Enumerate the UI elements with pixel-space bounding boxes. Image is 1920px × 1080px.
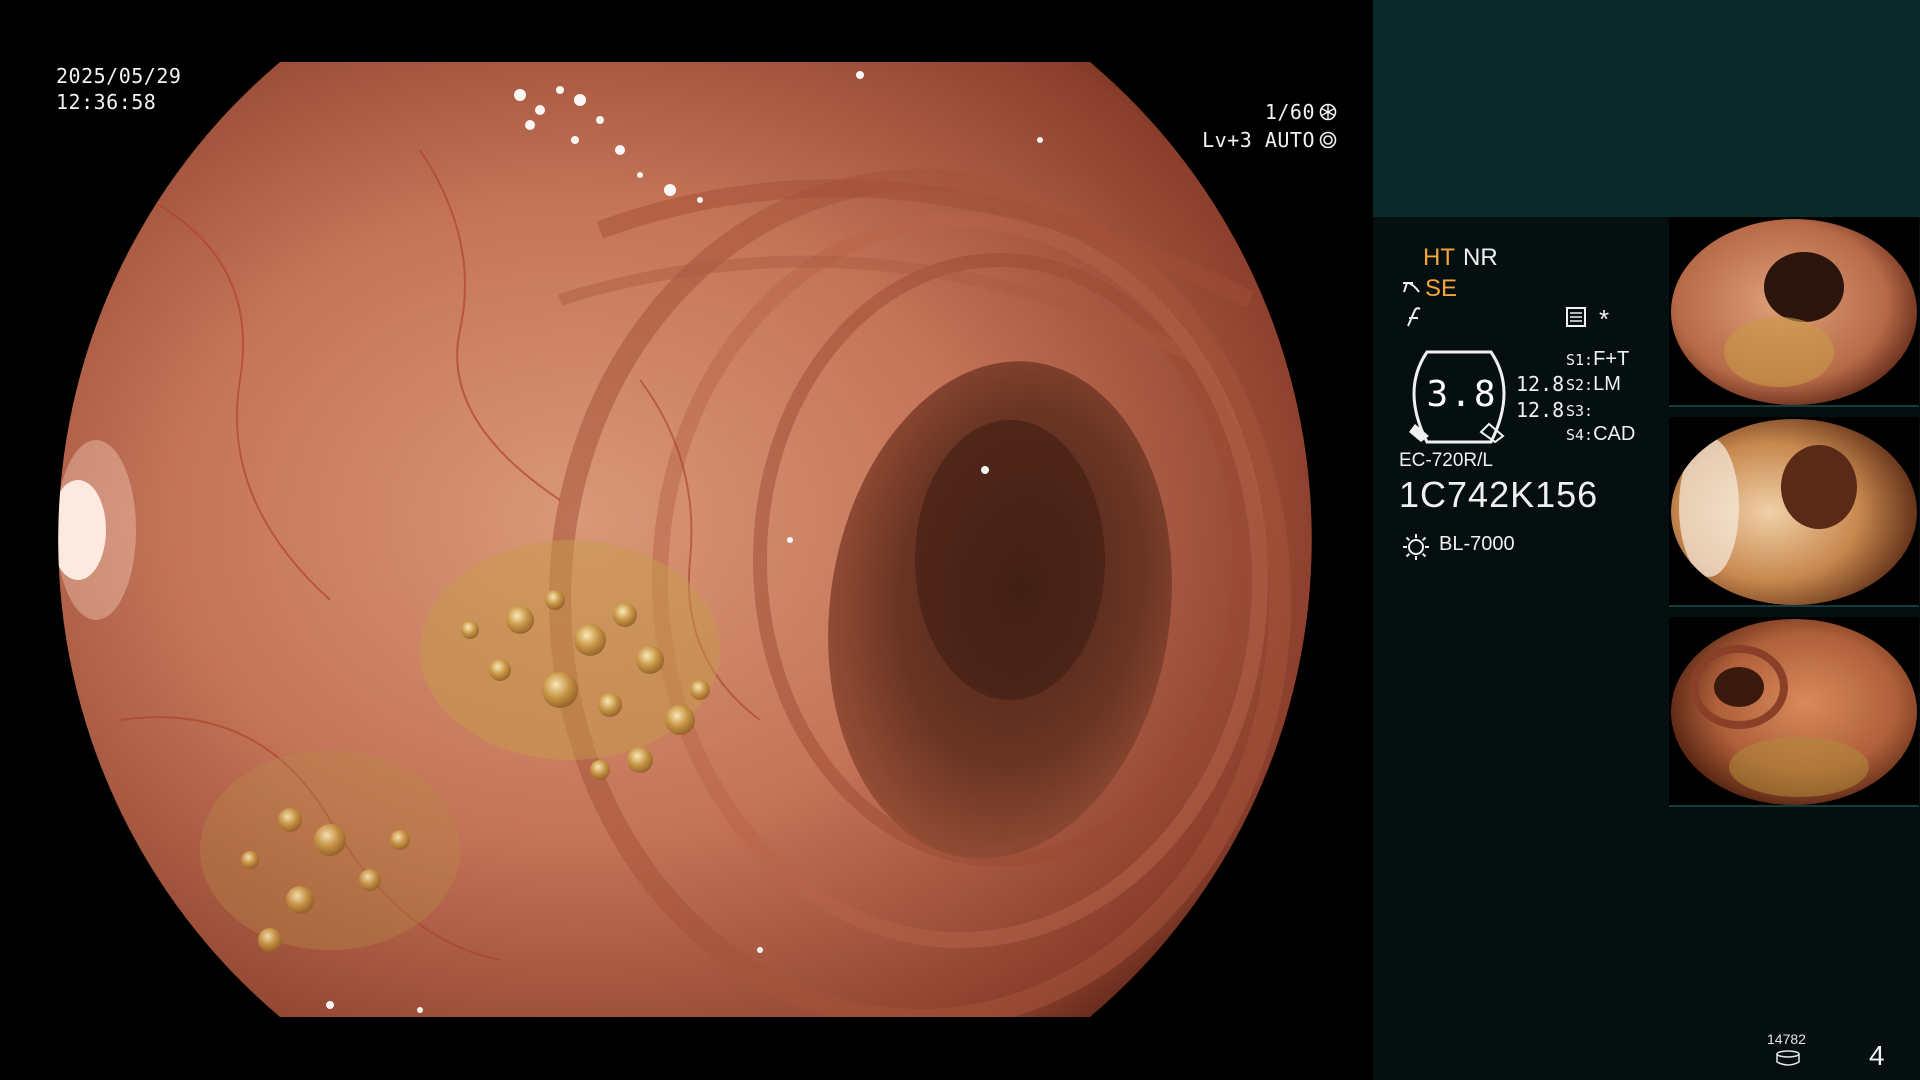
light-source: BL-7000 bbox=[1439, 533, 1515, 555]
capture-marker: * bbox=[1599, 304, 1610, 334]
switch-slot-1: S1:F+T bbox=[1566, 348, 1629, 371]
capture-thumbnail-2[interactable] bbox=[1669, 417, 1919, 607]
slot-value: LM bbox=[1593, 373, 1621, 395]
endoscope-image bbox=[58, 62, 1312, 1017]
ht-indicator: HT bbox=[1423, 244, 1455, 271]
thumbnail-image bbox=[1669, 219, 1919, 407]
capture-thumbnail-3[interactable] bbox=[1669, 617, 1919, 807]
slot-value: CAD bbox=[1593, 423, 1636, 445]
thumbnail-image bbox=[1669, 619, 1919, 807]
gauge-side-bottom: 12.8 bbox=[1516, 398, 1565, 422]
lamp-icon bbox=[1403, 534, 1429, 560]
switch-slot-3: S3: bbox=[1566, 399, 1593, 422]
scope-serial: 1C742K156 bbox=[1399, 474, 1599, 515]
capture-date: 2025/05/29 bbox=[56, 64, 182, 88]
shutter-value: 1/60 bbox=[1264, 100, 1315, 124]
iris-value: Lv+3 AUTO bbox=[1202, 128, 1315, 152]
slot-key: S2: bbox=[1566, 376, 1594, 394]
info-panel: HT NR SE * 3.8 12.8 12.8 S1:F+T S2:LM S3… bbox=[1373, 0, 1920, 1080]
endoscope-view: 2025/05/29 12:36:58 1/60 Lv+3 AUTO bbox=[0, 0, 1373, 1080]
report-icon bbox=[1566, 307, 1586, 327]
slot-value: F+T bbox=[1593, 348, 1630, 370]
slot-key: S1: bbox=[1566, 351, 1594, 369]
scope-model: EC-720R/L bbox=[1399, 450, 1493, 471]
storage-icon bbox=[1776, 1050, 1800, 1066]
endoscopy-screen: 2025/05/29 12:36:58 1/60 Lv+3 AUTO HT NR… bbox=[0, 0, 1920, 1080]
nr-indicator: NR bbox=[1463, 244, 1498, 271]
switch-slot-2: S2:LM bbox=[1566, 373, 1621, 396]
freeze-icon bbox=[1407, 307, 1421, 327]
switch-slot-4: S4:CAD bbox=[1566, 423, 1635, 446]
slot-key: S4: bbox=[1566, 426, 1594, 444]
page-number: 4 bbox=[1869, 1040, 1885, 1071]
gauge-side-top: 12.8 bbox=[1516, 372, 1565, 396]
panel-header-area bbox=[1373, 0, 1920, 217]
shutter-readout: 1/60 bbox=[1137, 98, 1337, 126]
structure-enhance-icon bbox=[1403, 282, 1420, 293]
se-indicator: SE bbox=[1425, 275, 1458, 302]
gauge-value: 3.8 bbox=[1426, 374, 1498, 415]
iris-readout: Lv+3 AUTO bbox=[1117, 126, 1337, 154]
slot-key: S3: bbox=[1566, 402, 1594, 420]
capture-counter: 14782 bbox=[1767, 1031, 1806, 1047]
thumbnail-image bbox=[1669, 419, 1919, 607]
capture-thumbnail-1[interactable] bbox=[1669, 217, 1919, 407]
aperture-icon bbox=[1319, 103, 1337, 121]
capture-time: 12:36:58 bbox=[56, 90, 157, 114]
iris-icon bbox=[1319, 131, 1337, 149]
